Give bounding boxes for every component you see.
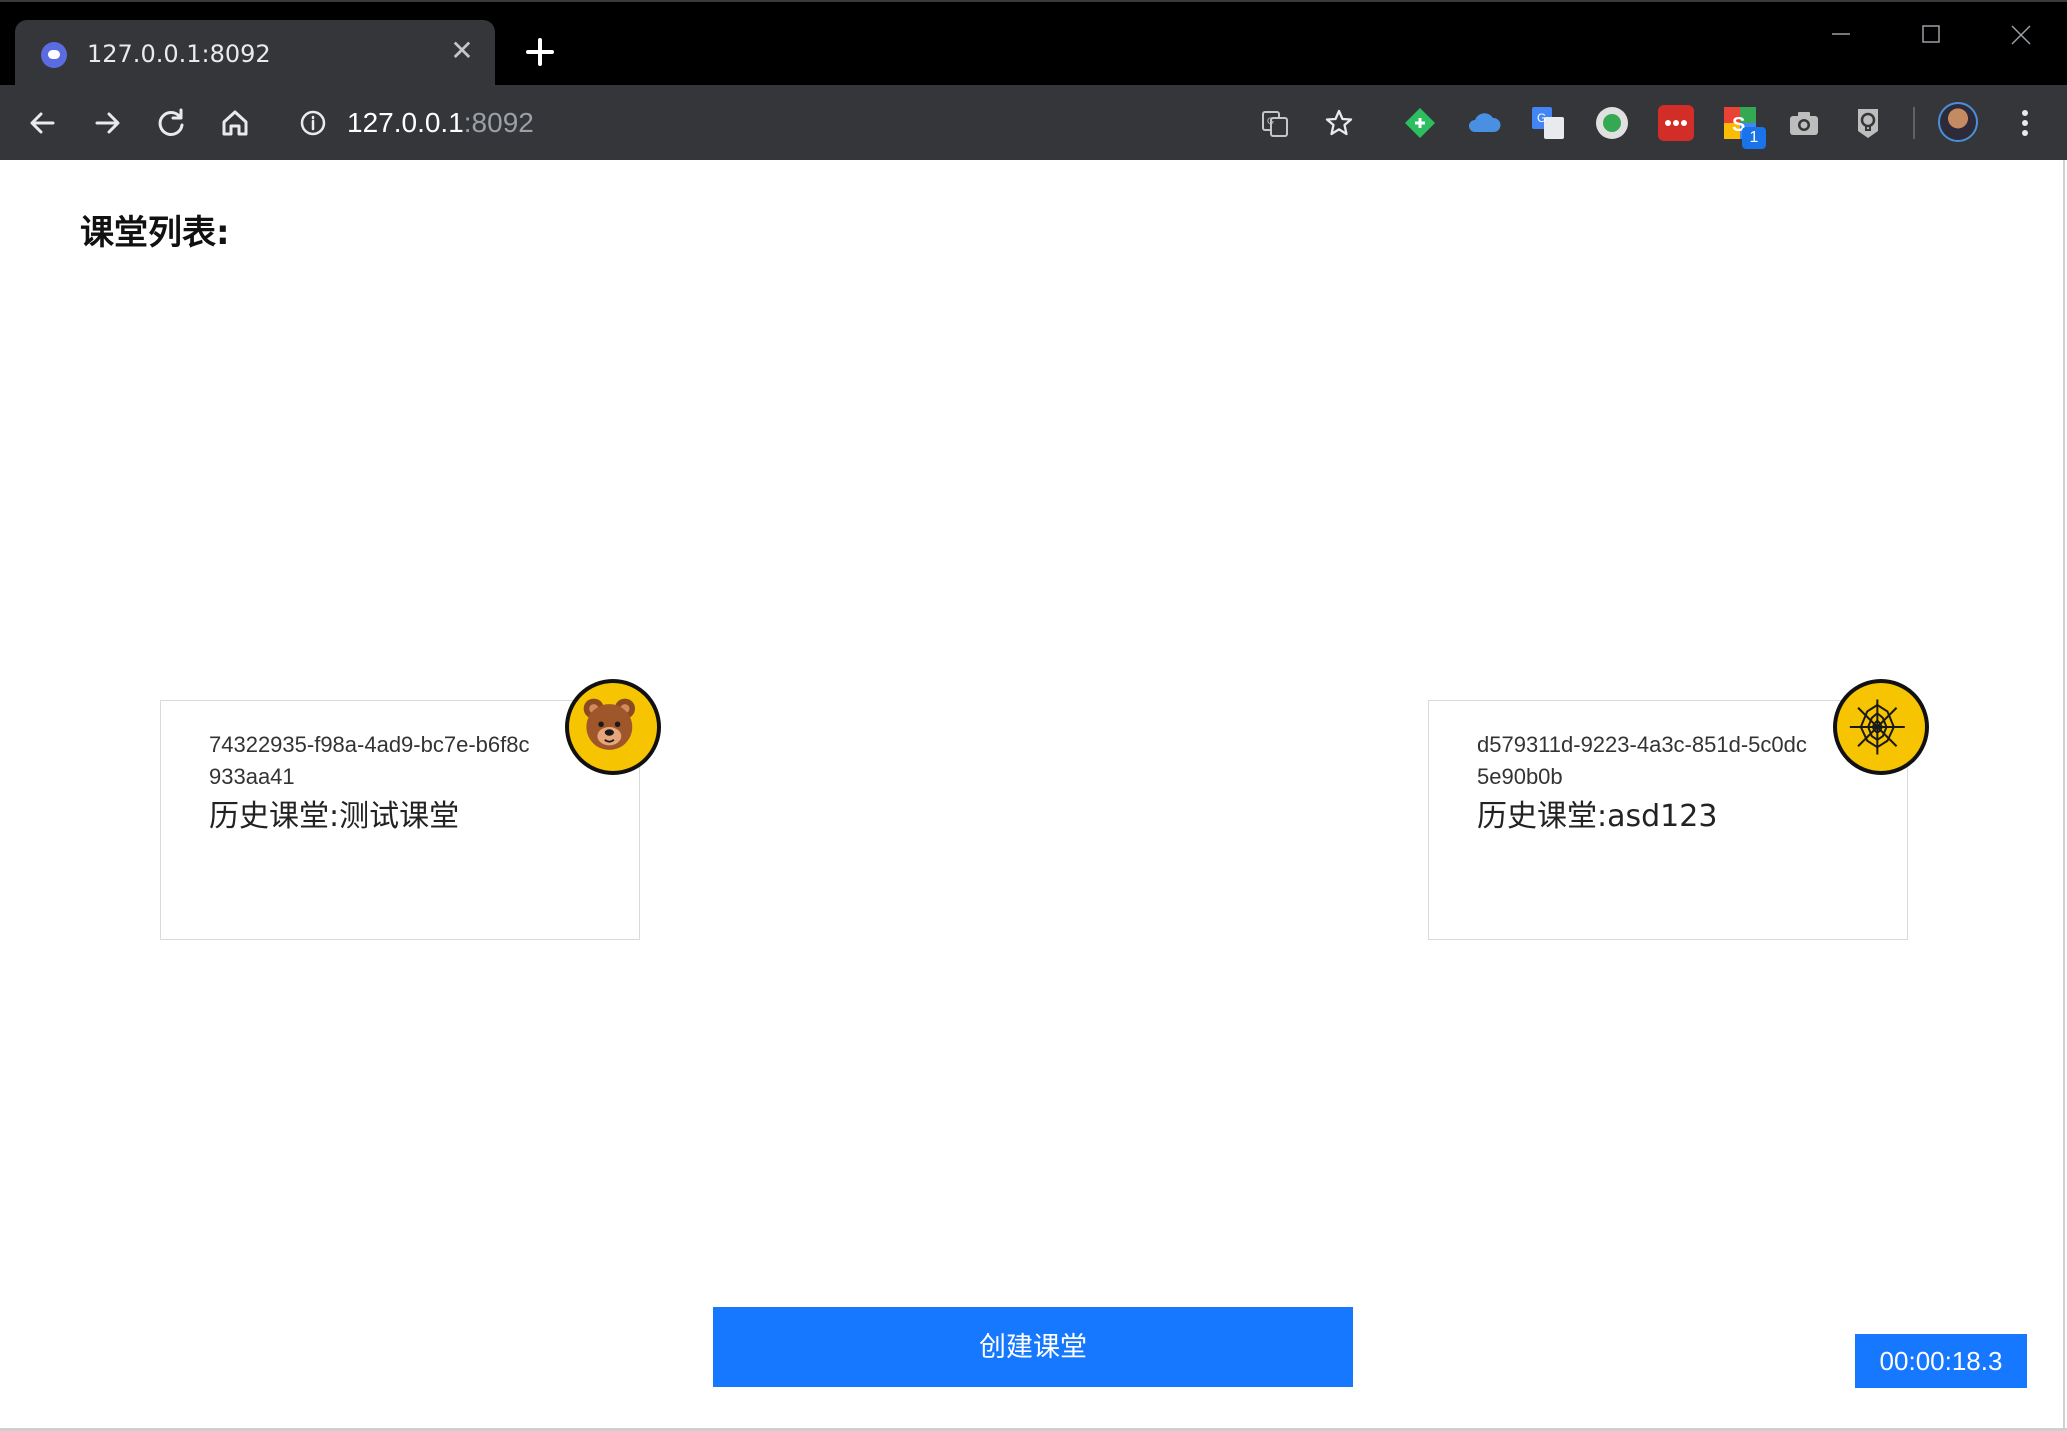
classroom-id: d579311d-9223-4a3c-851d-5c0dc5e90b0b bbox=[1477, 732, 1807, 789]
maximize-icon[interactable] bbox=[1900, 14, 1960, 54]
extension-badge: 1 bbox=[1742, 127, 1766, 149]
address-bar[interactable]: 127.0.0.1:8092 G bbox=[285, 97, 1365, 149]
forward-icon[interactable] bbox=[87, 103, 127, 143]
timer-display: 00:00:18.3 bbox=[1855, 1334, 2027, 1388]
url-host: 127.0.0.1 bbox=[347, 107, 464, 138]
google-translate-icon[interactable]: G bbox=[1530, 105, 1566, 141]
browser-toolbar: 127.0.0.1:8092 G G S 1 bbox=[0, 85, 2067, 160]
minimize-icon[interactable] bbox=[1810, 14, 1870, 54]
translate-page-icon[interactable]: G bbox=[1260, 109, 1290, 139]
classroom-name: 历史课堂:asd123 bbox=[1477, 799, 1718, 834]
bear-icon bbox=[565, 679, 661, 775]
url-port: :8092 bbox=[463, 107, 534, 138]
close-tab-icon[interactable]: ✕ bbox=[445, 34, 479, 68]
extension-s-icon[interactable]: S 1 bbox=[1722, 105, 1766, 149]
classroom-card[interactable]: d579311d-9223-4a3c-851d-5c0dc5e90b0b 历史课… bbox=[1428, 679, 1929, 940]
window-close-icon[interactable] bbox=[1990, 14, 2050, 54]
lightbulb-icon[interactable] bbox=[1850, 105, 1886, 141]
svg-text:G: G bbox=[1537, 111, 1546, 125]
toolbar-divider bbox=[1913, 107, 1915, 139]
spider-web-icon bbox=[1833, 679, 1929, 775]
home-icon[interactable] bbox=[215, 103, 255, 143]
new-tab-icon[interactable] bbox=[520, 32, 560, 72]
url-text: 127.0.0.1:8092 bbox=[347, 107, 534, 139]
page-content: 课堂列表: 74322935-f98a-4ad9-bc7e-b6f8c933aa… bbox=[0, 160, 2065, 1428]
classroom-card[interactable]: 74322935-f98a-4ad9-bc7e-b6f8c933aa41 历史课… bbox=[160, 679, 661, 940]
classroom-id: 74322935-f98a-4ad9-bc7e-b6f8c933aa41 bbox=[209, 732, 530, 789]
back-icon[interactable] bbox=[23, 103, 63, 143]
tab-title: 127.0.0.1:8092 bbox=[87, 40, 271, 68]
favicon-icon bbox=[41, 42, 67, 68]
browser-tab[interactable]: 127.0.0.1:8092 ✕ bbox=[15, 20, 495, 88]
page-title: 课堂列表: bbox=[80, 213, 230, 253]
green-dot-icon[interactable] bbox=[1594, 105, 1630, 141]
camera-icon[interactable] bbox=[1786, 105, 1822, 141]
reload-icon[interactable] bbox=[151, 103, 191, 143]
info-icon[interactable] bbox=[299, 109, 327, 137]
cloud-icon[interactable] bbox=[1466, 105, 1502, 141]
create-classroom-button[interactable]: 创建课堂 bbox=[713, 1307, 1353, 1387]
lastpass-icon[interactable] bbox=[1658, 105, 1694, 141]
classroom-name: 历史课堂:测试课堂 bbox=[209, 799, 460, 834]
svg-text:G: G bbox=[1267, 116, 1274, 126]
menu-kebab-icon[interactable] bbox=[2005, 103, 2045, 143]
evernote-icon[interactable] bbox=[1402, 105, 1438, 141]
browser-tabstrip: 127.0.0.1:8092 ✕ bbox=[0, 0, 2067, 88]
bookmark-star-icon[interactable] bbox=[1323, 107, 1355, 139]
profile-avatar[interactable] bbox=[1938, 102, 1978, 142]
